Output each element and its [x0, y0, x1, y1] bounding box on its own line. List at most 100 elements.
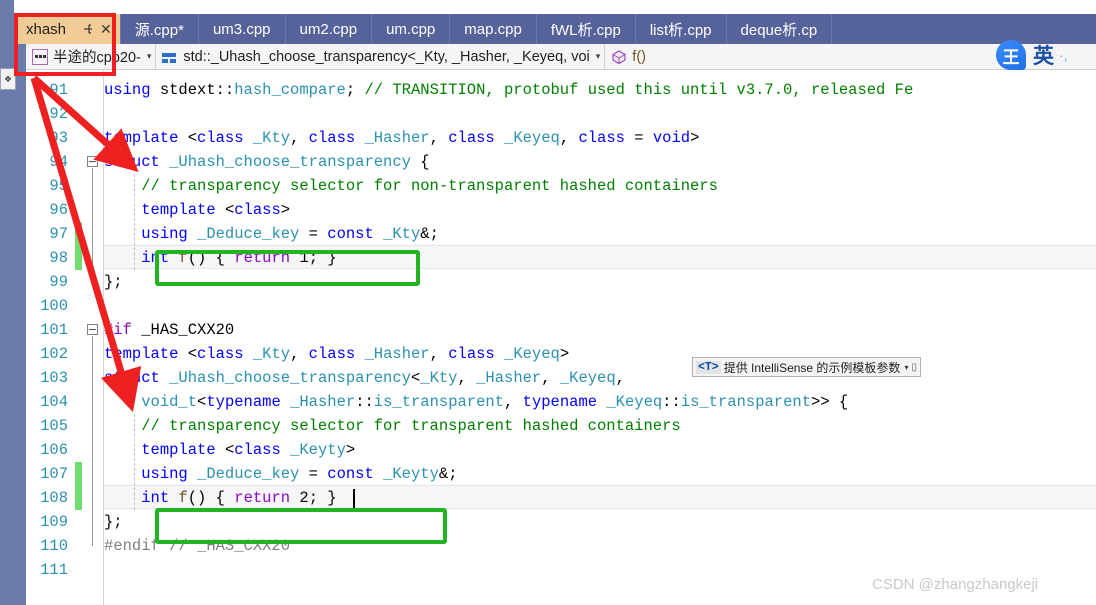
code-token: < — [224, 441, 235, 459]
document-tab-listcpp[interactable]: list析.cpp — [635, 14, 727, 44]
ime-dots-icon: ·, — [1059, 47, 1068, 63]
code-line[interactable]: void_t<typename _Hasher::is_transparent,… — [104, 390, 848, 414]
chevron-down-icon[interactable]: ▾ — [904, 363, 908, 372]
fold-toggle-icon[interactable] — [87, 156, 98, 167]
document-tab-xhash[interactable]: xhash ✕ — [14, 14, 121, 44]
code-token: class — [448, 129, 505, 147]
code-text-area[interactable]: using stdext::hash_compare; // TRANSITIO… — [104, 70, 1096, 605]
code-token: _Kty — [420, 369, 458, 387]
ime-indicator[interactable]: 王 英 ·, — [996, 38, 1068, 72]
toolbox-tab-icon[interactable]: ❖ — [0, 68, 16, 90]
code-token: #if — [104, 321, 142, 339]
struct-icon — [162, 49, 178, 65]
document-tab-um3cpp[interactable]: um3.cpp — [198, 14, 286, 44]
breadcrumb-project-selector[interactable]: 半途的cpp20- ▾ — [26, 44, 157, 69]
intellisense-template-hint[interactable]: <T> 提供 IntelliSense 的示例模板参数 ▾ ▯ — [692, 357, 921, 377]
line-number: 108 — [40, 489, 68, 507]
line-number: 94 — [49, 153, 68, 171]
ime-mode-label[interactable]: 英 — [1033, 40, 1054, 70]
code-token: < — [224, 201, 235, 219]
code-token: struct — [104, 369, 170, 387]
code-token: < — [197, 393, 207, 411]
line-number: 107 — [40, 465, 68, 483]
line-number: 96 — [49, 201, 68, 219]
code-line[interactable]: // transparency selector for transparent… — [104, 414, 681, 438]
line-number: 101 — [40, 321, 68, 339]
code-line[interactable]: #if _HAS_CXX20 — [104, 318, 234, 342]
code-line[interactable]: struct _Uhash_choose_transparency { — [104, 150, 430, 174]
code-token: _Hasher — [364, 345, 430, 363]
code-token: int — [141, 489, 179, 507]
code-folding-column[interactable] — [84, 70, 104, 605]
document-tab-label: fWL析.cpp — [550, 21, 621, 39]
change-indicator-bar — [75, 462, 82, 510]
code-token: < — [187, 129, 198, 147]
code-line[interactable]: using _Deduce_key = const _Keyty&; — [104, 462, 457, 486]
code-line[interactable]: }; — [104, 270, 123, 294]
breadcrumb-symbol-selector[interactable]: std::_Uhash_choose_transparency<_Kty, _H… — [156, 44, 606, 69]
chevron-down-icon[interactable]: ▾ — [596, 51, 601, 62]
code-token: is_transparent — [680, 393, 812, 411]
document-tab-mapcpp[interactable]: map.cpp — [450, 14, 537, 44]
code-token: :: — [215, 81, 235, 99]
code-token: class — [308, 129, 365, 147]
line-number: 95 — [49, 177, 68, 195]
code-token: class — [308, 345, 365, 363]
document-tab-cpp[interactable]: 源.cpp* — [120, 14, 199, 44]
code-line[interactable]: #endif // _HAS_CXX20 — [104, 534, 290, 558]
document-tab-bar: xhash ✕ 源.cpp* um3.cpp um2.cpp um.cpp map.cpp f… — [14, 14, 1096, 44]
document-tab-label: list析.cpp — [649, 21, 712, 39]
code-line[interactable]: template <class> — [104, 198, 290, 222]
document-tab-umcpp[interactable]: um.cpp — [372, 14, 451, 44]
breadcrumb-symbol-label: std::_Uhash_choose_transparency<_Kty, _H… — [183, 48, 590, 65]
code-editor[interactable]: 91 92 93 94 95 96 97 98 99 100 101 102 103 104 105 106 1… — [26, 70, 1096, 605]
code-token: void — [652, 129, 691, 147]
code-line[interactable]: int f() { return 2; } — [104, 486, 336, 510]
code-line[interactable]: template <class _Kty, class _Hasher, cla… — [104, 126, 699, 150]
code-token: class — [234, 441, 291, 459]
line-number: 106 — [40, 441, 68, 459]
pin-icon[interactable] — [82, 23, 94, 35]
code-line[interactable]: template <class _Keyty> — [104, 438, 355, 462]
code-token: _Hasher — [476, 369, 542, 387]
code-token: = — [299, 225, 328, 243]
tooltip-end-icon[interactable]: ▯ — [911, 362, 917, 373]
code-token: > — [280, 201, 291, 219]
fold-toggle-icon[interactable] — [87, 324, 98, 335]
code-token: _Kty — [252, 129, 291, 147]
chevron-down-icon[interactable]: ▾ — [147, 51, 152, 62]
code-line[interactable]: // transparency selector for non-transpa… — [104, 174, 718, 198]
code-token: }; — [104, 273, 123, 291]
code-token: using — [141, 225, 198, 243]
code-token: > — [345, 441, 356, 459]
code-line[interactable]: using stdext::hash_compare; // TRANSITIO… — [104, 78, 913, 102]
code-token: { — [410, 153, 430, 171]
code-line[interactable]: using _Deduce_key = const _Kty&; — [104, 222, 439, 246]
template-tag-label: <T> — [696, 360, 721, 374]
code-token: struct — [104, 153, 170, 171]
code-token: _Keyty — [383, 465, 439, 483]
code-token: _Keyeq — [606, 393, 663, 411]
code-token: :: — [662, 393, 681, 411]
code-token: < — [410, 369, 421, 387]
document-tab-um2cpp[interactable]: um2.cpp — [285, 14, 373, 44]
code-token: _Deduce_key — [197, 465, 300, 483]
document-tab-dequecp[interactable]: deque析.cp — [726, 14, 833, 44]
code-token: template — [141, 201, 225, 219]
code-token: _Kty — [252, 345, 291, 363]
close-icon[interactable]: ✕ — [100, 22, 112, 36]
code-line[interactable]: template <class _Kty, class _Hasher, cla… — [104, 342, 569, 366]
line-number-gutter: 91 92 93 94 95 96 97 98 99 100 101 102 103 104 105 106 1… — [26, 70, 74, 605]
code-line[interactable]: }; — [104, 510, 123, 534]
code-line[interactable]: int f() { return 1; } — [104, 246, 337, 270]
line-number: 93 — [49, 129, 68, 147]
line-number: 105 — [40, 417, 68, 435]
document-tab-fwlcpp[interactable]: fWL析.cpp — [536, 14, 636, 44]
breadcrumb-member-selector[interactable]: f() — [605, 45, 715, 69]
line-number: 99 — [49, 273, 68, 291]
code-token: // TRANSITION, protobuf used this until … — [364, 81, 914, 99]
code-token: , — [615, 369, 625, 387]
code-line[interactable]: struct _Uhash_choose_transparency<_Kty, … — [104, 366, 625, 390]
code-token: 1; } — [299, 249, 337, 267]
change-indicator-bar — [75, 222, 82, 270]
